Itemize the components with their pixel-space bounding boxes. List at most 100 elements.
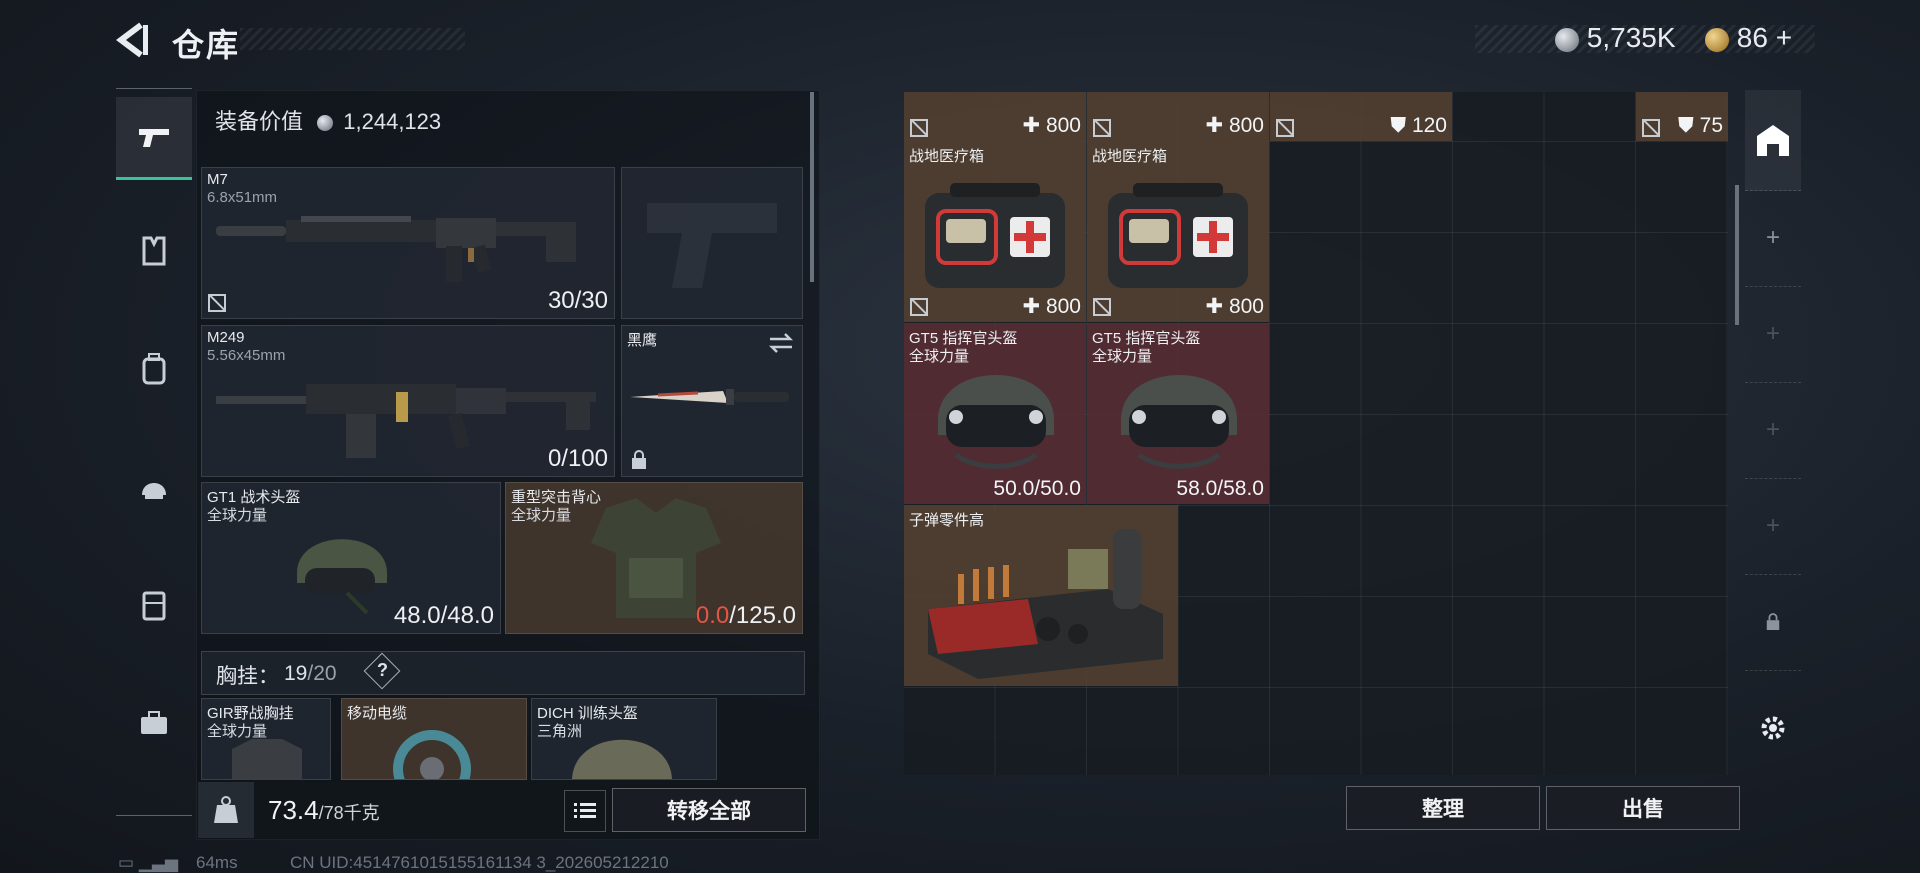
stash-item[interactable]: ✚ 800 bbox=[904, 92, 1086, 141]
equipment-value: 装备价值 1,244,123 bbox=[215, 104, 441, 136]
back-button[interactable] bbox=[115, 22, 155, 62]
locked-stash-tab[interactable] bbox=[1745, 574, 1801, 671]
page-title: 仓库 bbox=[172, 27, 241, 63]
nav-cases[interactable] bbox=[116, 683, 192, 763]
carry-weight-current: 73.4 bbox=[268, 795, 319, 825]
weapon-name: M7 bbox=[207, 171, 228, 188]
list-view-button[interactable] bbox=[564, 790, 606, 832]
stash-item[interactable]: ⛊ 75 bbox=[1636, 92, 1728, 141]
helmet-icon bbox=[142, 483, 166, 499]
sell-button[interactable]: 出售 bbox=[1546, 786, 1740, 830]
heal-plus-icon: ✚ bbox=[1022, 114, 1041, 137]
back-arrow-icon bbox=[116, 22, 148, 58]
stash-item[interactable]: 子弹零件高 bbox=[904, 505, 1178, 686]
shield-icon: ⛊ bbox=[1678, 114, 1694, 137]
nav-backpacks[interactable] bbox=[116, 329, 192, 409]
stash-item[interactable]: ⛊ 120 bbox=[1270, 92, 1452, 141]
primary-weapon-slot[interactable]: M7 6.8x51mm 30/30 bbox=[201, 167, 615, 319]
add-stash-tab-button[interactable]: + bbox=[1745, 190, 1801, 287]
item-value: ⛊ 120 bbox=[1390, 114, 1447, 138]
chest-item[interactable]: 移动电缆 bbox=[341, 698, 527, 780]
commander-helmet-image bbox=[1121, 375, 1237, 469]
stash-scrollbar[interactable] bbox=[1735, 185, 1739, 325]
locker-icon bbox=[142, 591, 166, 621]
ammo-parts-crate-image bbox=[928, 529, 1163, 679]
helmet-durability: 48.0/48.0 bbox=[393, 602, 494, 629]
plus-icon: + bbox=[1765, 320, 1780, 347]
medkit-image bbox=[925, 183, 1065, 288]
add-stash-tab-button[interactable]: + bbox=[1745, 478, 1801, 575]
silver-coin-icon bbox=[317, 115, 334, 132]
heal-plus-icon: ✚ bbox=[1205, 114, 1224, 137]
shield-icon: ⛊ bbox=[1390, 114, 1407, 137]
backpack-icon bbox=[142, 353, 166, 385]
helmet-slot[interactable]: GT1 战术头盔 全球力量 48.0/48.0 bbox=[201, 482, 501, 634]
lock-icon bbox=[1766, 613, 1780, 630]
medkit-image bbox=[1108, 183, 1248, 288]
vest-icon bbox=[142, 236, 166, 266]
melee-slot[interactable]: 黑鹰 bbox=[621, 325, 803, 477]
swap-icon[interactable] bbox=[768, 332, 794, 354]
gold-currency[interactable]: 86 + bbox=[1705, 22, 1792, 54]
pistol-slot[interactable] bbox=[621, 167, 803, 319]
weight-icon-box bbox=[198, 782, 254, 838]
briefcase-icon bbox=[141, 711, 167, 734]
add-gold-button[interactable]: + bbox=[1776, 22, 1792, 53]
gold-coin-icon bbox=[1705, 27, 1729, 52]
nav-gear[interactable] bbox=[116, 565, 192, 645]
sort-button[interactable]: 整理 bbox=[1346, 786, 1540, 830]
item-value-number: 75 bbox=[1699, 114, 1723, 137]
armor-slot[interactable]: 重型突击背心 全球力量 0.0/125.0 bbox=[505, 482, 803, 634]
stash-item[interactable]: GT5 指挥官头盔 全球力量 50.0/50.0 bbox=[904, 323, 1086, 504]
no-insure-icon bbox=[208, 294, 226, 312]
silver-currency: 5,735K bbox=[1555, 22, 1676, 54]
add-stash-tab-button[interactable]: + bbox=[1745, 382, 1801, 479]
chest-item[interactable]: GIR野战胸挂 全球力量 bbox=[201, 698, 331, 780]
no-insure-icon bbox=[1093, 298, 1111, 316]
armor-durability: 0.0/125.0 bbox=[696, 602, 796, 630]
no-insure-icon bbox=[910, 119, 928, 137]
nav-vests[interactable] bbox=[116, 211, 192, 291]
plus-icon: + bbox=[1765, 512, 1780, 539]
nav-weapons[interactable] bbox=[116, 97, 192, 180]
weight-icon bbox=[214, 796, 238, 823]
stash-item[interactable]: 战地医疗箱 ✚ 800 bbox=[1087, 141, 1269, 322]
item-value-number: 800 bbox=[1045, 114, 1081, 137]
item-value: ⛊ 75 bbox=[1678, 114, 1723, 138]
add-stash-tab-button[interactable]: + bbox=[1745, 286, 1801, 383]
item-value-number: 800 bbox=[1228, 295, 1264, 318]
loadout-scrollbar[interactable] bbox=[810, 92, 814, 282]
stash-grid[interactable]: ✚ 800 ✚ 800 ⛊ 120 ⛊ 75 战地医疗箱 ✚ 800 战地医疗箱 bbox=[904, 92, 1728, 775]
equipment-value-amount: 1,244,123 bbox=[343, 109, 442, 134]
cable-reel-image bbox=[393, 730, 471, 779]
list-icon bbox=[574, 803, 596, 818]
gear-icon bbox=[1761, 716, 1785, 740]
nav-helmets[interactable] bbox=[116, 447, 192, 527]
no-insure-icon bbox=[1642, 119, 1660, 137]
category-nav bbox=[116, 88, 192, 816]
settings-button[interactable] bbox=[1745, 680, 1801, 776]
transfer-all-button[interactable]: 转移全部 bbox=[612, 788, 806, 832]
stash-item[interactable]: GT5 指挥官头盔 全球力量 58.0/58.0 bbox=[1087, 323, 1269, 504]
item-name: 战地医疗箱 bbox=[909, 148, 985, 165]
empty-pistol-silhouette bbox=[647, 203, 777, 288]
item-value: ✚ 800 bbox=[1206, 113, 1265, 138]
chest-item-sub: 全球力量 bbox=[207, 723, 268, 740]
helmet-faction: 全球力量 bbox=[207, 507, 268, 524]
weapon-ammo: 0/100 bbox=[547, 445, 608, 472]
chest-rig-header: 胸挂： 19/20 ? bbox=[201, 651, 805, 695]
pistol-icon bbox=[139, 129, 169, 147]
stash-item[interactable]: ✚ 800 bbox=[1087, 92, 1269, 141]
item-value-number: 800 bbox=[1045, 295, 1081, 318]
chest-item[interactable]: DICH 训练头盔 三角洲 bbox=[531, 698, 717, 780]
signal-indicator: ▭ ▁▃▅ bbox=[118, 853, 179, 872]
lock-icon bbox=[632, 450, 646, 469]
knife-image bbox=[630, 389, 789, 405]
secondary-weapon-slot[interactable]: M249 5.56x45mm 0/100 bbox=[201, 325, 615, 477]
stash-icon bbox=[1757, 125, 1789, 156]
heal-plus-icon: ✚ bbox=[1205, 295, 1224, 318]
stash-item[interactable]: 战地医疗箱 ✚ 800 bbox=[904, 141, 1086, 322]
plus-icon: + bbox=[1765, 224, 1780, 251]
chest-rig-image bbox=[232, 739, 302, 779]
stash-tab-active[interactable] bbox=[1745, 90, 1801, 191]
